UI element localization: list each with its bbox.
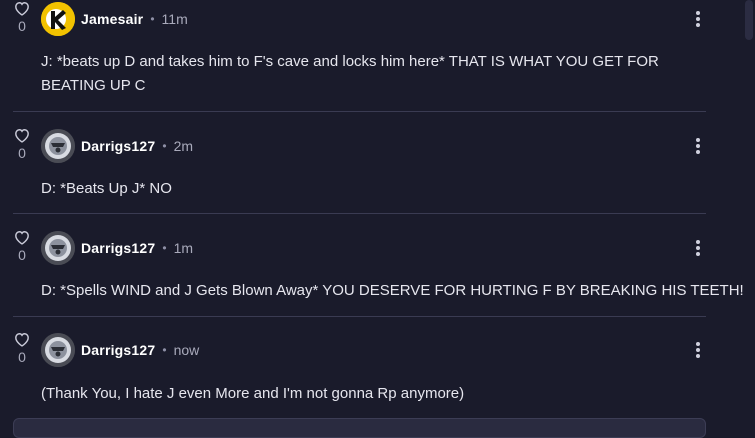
- like-count: 0: [18, 247, 26, 263]
- comment-divider: [13, 316, 706, 317]
- more-vertical-icon[interactable]: [690, 136, 706, 156]
- like-count: 0: [18, 18, 26, 34]
- author-name[interactable]: Darrigs127: [81, 240, 155, 256]
- heart-icon[interactable]: [13, 0, 31, 16]
- comment-text: D: *Beats Up J* NO: [41, 180, 172, 197]
- avatar-image: [41, 2, 75, 36]
- avatar-image: [41, 129, 75, 163]
- more-vertical-icon[interactable]: [690, 238, 706, 258]
- meta-separator: •: [162, 139, 167, 153]
- comment-divider: [13, 111, 706, 112]
- heart-icon[interactable]: [13, 229, 31, 245]
- heart-icon[interactable]: [13, 127, 31, 143]
- avatar[interactable]: [41, 333, 75, 367]
- timestamp: 2m: [173, 138, 194, 154]
- more-vertical-icon[interactable]: [690, 340, 706, 360]
- meta-separator: •: [162, 343, 167, 357]
- like-count: 0: [18, 145, 26, 161]
- timestamp: 1m: [173, 240, 194, 256]
- author-name[interactable]: Darrigs127: [81, 342, 155, 358]
- scrollbar[interactable]: [743, 0, 755, 434]
- like-control[interactable]: 0: [11, 0, 33, 34]
- avatar-image: [41, 333, 75, 367]
- comment-text: J: *beats up D and takes him to F's cave…: [41, 53, 659, 94]
- meta-separator: •: [162, 241, 167, 255]
- more-vertical-icon[interactable]: [690, 9, 706, 29]
- comment-meta: Jamesair • 11m: [81, 9, 188, 29]
- meta-separator: •: [150, 12, 155, 26]
- comment-divider: [13, 213, 706, 214]
- avatar[interactable]: [41, 129, 75, 163]
- like-count: 0: [18, 349, 26, 365]
- like-control[interactable]: 0: [11, 331, 33, 365]
- reply-input[interactable]: [13, 418, 706, 438]
- author-name[interactable]: Jamesair: [81, 11, 143, 27]
- comment-text: (Thank You, I hate J even More and I'm n…: [41, 385, 465, 402]
- timestamp: now: [173, 342, 200, 358]
- avatar[interactable]: [41, 2, 75, 36]
- like-control[interactable]: 0: [11, 229, 33, 263]
- avatar[interactable]: [41, 231, 75, 265]
- author-name[interactable]: Darrigs127: [81, 138, 155, 154]
- comment-meta: Darrigs127 • 2m: [81, 136, 193, 156]
- avatar-image: [41, 231, 75, 265]
- heart-icon[interactable]: [13, 331, 31, 347]
- timestamp: 11m: [161, 11, 188, 27]
- comment-meta: Darrigs127 • 1m: [81, 238, 193, 258]
- comment-meta: Darrigs127 • now: [81, 340, 199, 360]
- scrollbar-thumb[interactable]: [745, 0, 753, 40]
- comment-text: D: *Spells WIND and J Gets Blown Away* Y…: [41, 282, 744, 299]
- like-control[interactable]: 0: [11, 127, 33, 161]
